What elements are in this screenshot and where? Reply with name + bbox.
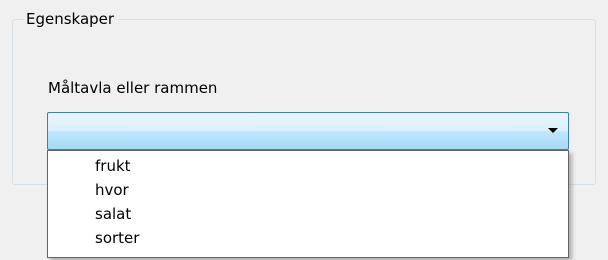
target-field-label: Måltavla eller rammen [48,79,218,97]
dropdown-option-salat[interactable]: salat [88,202,568,226]
target-combobox[interactable] [47,112,569,150]
dropdown-option-hvor[interactable]: hvor [88,178,568,202]
dropdown-option-frukt[interactable]: frukt [88,154,568,178]
dropdown-option-sorter[interactable]: sorter [88,226,568,250]
dropdown-list: frukt hvor salat sorter [47,150,569,258]
groupbox-title: Egenskaper [24,9,119,29]
chevron-down-icon[interactable] [548,128,558,133]
